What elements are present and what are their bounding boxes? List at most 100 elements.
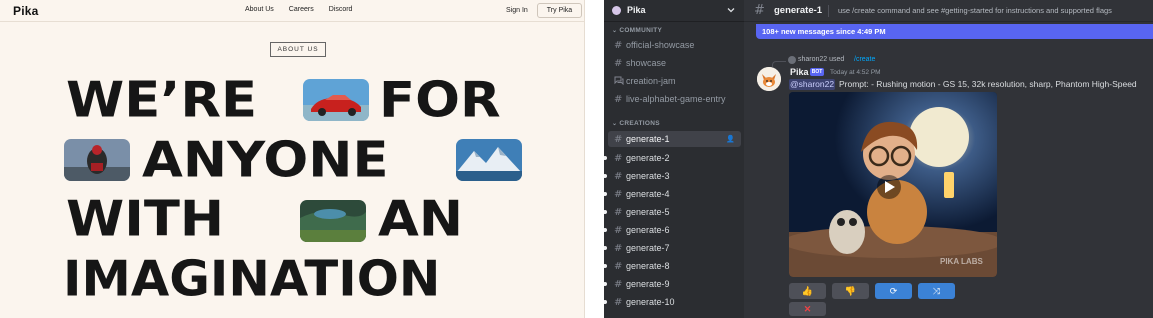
hero-word-anyone: ANYONE bbox=[142, 132, 389, 189]
nav-about-us[interactable]: About Us bbox=[245, 6, 274, 13]
reply-avatar[interactable] bbox=[788, 56, 796, 64]
category-community[interactable]: ⌄ COMMUNITY bbox=[612, 27, 662, 34]
current-channel-name: generate-1 bbox=[774, 5, 823, 16]
unread-dot bbox=[604, 156, 607, 160]
thumbs-down-icon: 👎 bbox=[844, 285, 857, 296]
close-icon: ✕ bbox=[803, 303, 812, 314]
car-thumbnail bbox=[303, 79, 369, 121]
channel-official-showcase[interactable]: # official-showcase bbox=[608, 37, 741, 53]
channel-label: generate-5 bbox=[626, 207, 670, 217]
hero-word-with: WITH bbox=[66, 191, 225, 248]
category-creations[interactable]: ⌄ CREATIONS bbox=[612, 120, 660, 127]
motorcycle-thumbnail bbox=[64, 139, 130, 181]
generated-video-preview[interactable] bbox=[789, 92, 997, 277]
shuffle-icon: ⤨ bbox=[932, 285, 941, 296]
hash-icon: # bbox=[614, 242, 623, 254]
forum-icon bbox=[614, 75, 626, 87]
chevron-down-icon[interactable] bbox=[727, 6, 735, 14]
landscape-thumbnail bbox=[300, 200, 366, 242]
server-name: Pika bbox=[627, 5, 646, 15]
hash-icon: # bbox=[614, 206, 623, 218]
header-divider bbox=[828, 5, 829, 17]
new-messages-banner[interactable]: 108+ new messages since 4:49 PM bbox=[756, 24, 1153, 39]
bot-badge: BOT bbox=[810, 68, 824, 76]
category-chevron-icon: ⌄ bbox=[612, 28, 618, 34]
reply-username[interactable]: sharon22 used bbox=[798, 56, 844, 63]
hash-icon: # bbox=[614, 133, 623, 145]
unread-dot bbox=[604, 192, 607, 196]
thumbs-down-button[interactable]: 👎 bbox=[832, 283, 869, 299]
channel-generate-10[interactable]: # generate-10 bbox=[604, 294, 741, 310]
channel-generate-2[interactable]: # generate-2 bbox=[604, 150, 741, 166]
message-author[interactable]: Pika bbox=[790, 67, 809, 77]
unread-dot bbox=[604, 210, 607, 214]
channel-creation-jam[interactable]: creation-jam bbox=[608, 73, 741, 89]
channel-generate-6[interactable]: # generate-6 bbox=[604, 222, 741, 238]
channel-label: generate-9 bbox=[626, 279, 670, 289]
channel-generate-4[interactable]: # generate-4 bbox=[604, 186, 741, 202]
shuffle-button[interactable]: ⤨ bbox=[918, 283, 955, 299]
nav-careers[interactable]: Careers bbox=[289, 6, 314, 13]
try-pika-button[interactable]: Try Pika bbox=[537, 3, 582, 18]
channel-label: generate-1 bbox=[626, 134, 670, 144]
bot-avatar[interactable] bbox=[757, 67, 781, 91]
channel-generate-1[interactable]: # generate-1 👤 bbox=[608, 131, 741, 147]
hero-word-an: AN bbox=[378, 191, 464, 248]
channel-generate-3[interactable]: # generate-3 bbox=[604, 168, 741, 184]
channel-label: generate-10 bbox=[626, 297, 675, 307]
channel-generate-7[interactable]: # generate-7 bbox=[604, 240, 741, 256]
unread-dot bbox=[604, 282, 607, 286]
thumbs-up-button[interactable]: 👍 bbox=[789, 283, 826, 299]
message-timestamp: Today at 4:52 PM bbox=[830, 69, 881, 76]
repeat-button[interactable]: ⟳ bbox=[875, 283, 912, 299]
channel-label: generate-2 bbox=[626, 153, 670, 163]
hero-word-were: WE’RE bbox=[66, 72, 258, 129]
hero-word-imagination: IMAGINATION bbox=[63, 251, 441, 308]
site-navbar: Pika About Us Careers Discord Sign In Tr… bbox=[0, 0, 584, 22]
user-mention[interactable]: @sharon22 bbox=[789, 79, 836, 90]
channel-topic[interactable]: use /create command and see #getting-sta… bbox=[838, 6, 1112, 15]
category-label: COMMUNITY bbox=[619, 27, 663, 34]
category-label: CREATIONS bbox=[619, 120, 660, 127]
channel-label: official-showcase bbox=[626, 40, 695, 50]
channel-generate-8[interactable]: # generate-8 bbox=[604, 258, 741, 274]
channel-label: showcase bbox=[626, 58, 667, 68]
server-icon bbox=[612, 6, 621, 15]
pika-logo[interactable]: Pika bbox=[13, 4, 39, 18]
unread-dot bbox=[604, 264, 607, 268]
add-member-icon[interactable]: 👤 bbox=[726, 135, 735, 143]
server-header[interactable]: Pika bbox=[604, 0, 744, 22]
channel-label: generate-7 bbox=[626, 243, 670, 253]
hash-icon: # bbox=[614, 152, 623, 164]
channel-live-alphabet-game-entry[interactable]: # live-alphabet-game-entry bbox=[608, 91, 741, 107]
channel-header: # generate-1 use /create command and see… bbox=[744, 0, 1153, 22]
channel-generate-9[interactable]: # generate-9 bbox=[604, 276, 741, 292]
hash-icon: # bbox=[754, 3, 765, 18]
about-us-badge: ABOUT US bbox=[270, 42, 326, 57]
delete-button[interactable]: ✕ bbox=[789, 302, 826, 316]
mountain-thumbnail bbox=[456, 139, 522, 181]
channel-label: generate-3 bbox=[626, 171, 670, 181]
hero-word-for: FOR bbox=[379, 72, 501, 129]
hash-icon: # bbox=[614, 170, 623, 182]
hash-icon: # bbox=[614, 188, 623, 200]
unread-dot bbox=[604, 174, 607, 178]
category-chevron-icon: ⌄ bbox=[612, 121, 618, 127]
reply-connector bbox=[772, 61, 786, 67]
hash-icon: # bbox=[614, 296, 623, 308]
hash-icon: # bbox=[614, 57, 623, 69]
image-watermark: PIKA LABS bbox=[940, 257, 983, 266]
hash-icon: # bbox=[614, 278, 623, 290]
channel-showcase[interactable]: # showcase bbox=[608, 55, 741, 71]
nav-discord[interactable]: Discord bbox=[329, 6, 353, 13]
new-messages-text: 108+ new messages since 4:49 PM bbox=[762, 27, 886, 36]
hash-icon: # bbox=[614, 39, 623, 51]
channel-generate-5[interactable]: # generate-5 bbox=[604, 204, 741, 220]
hash-icon: # bbox=[614, 93, 623, 105]
thumbs-up-icon: 👍 bbox=[801, 285, 814, 296]
reply-command[interactable]: /create bbox=[854, 56, 875, 63]
channel-sidebar: Pika ⌄ COMMUNITY # official-showcase # sh… bbox=[604, 0, 744, 318]
sign-in-link[interactable]: Sign In bbox=[506, 7, 528, 14]
repeat-icon: ⟳ bbox=[889, 285, 898, 296]
unread-dot bbox=[604, 246, 607, 250]
